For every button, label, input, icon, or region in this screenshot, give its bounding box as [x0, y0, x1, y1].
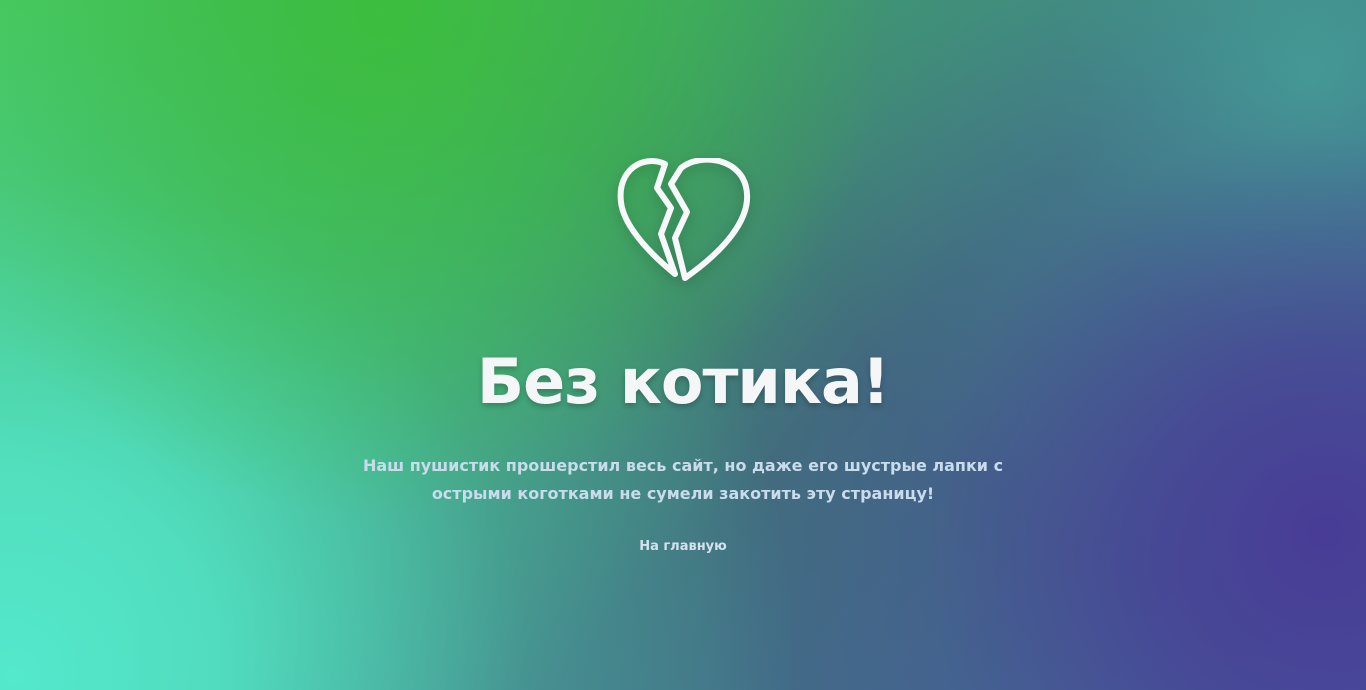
home-link[interactable]: На главную	[0, 539, 1366, 554]
home-link-label[interactable]: На главную	[631, 535, 735, 558]
page-title: Без котика!	[476, 345, 890, 418]
error-description: Наш пушистик прошерстил весь сайт, но да…	[362, 456, 1004, 503]
broken-heart-icon	[615, 156, 751, 284]
error-page: Без котика! Наш пушистик прошерстил весь…	[0, 0, 1366, 690]
